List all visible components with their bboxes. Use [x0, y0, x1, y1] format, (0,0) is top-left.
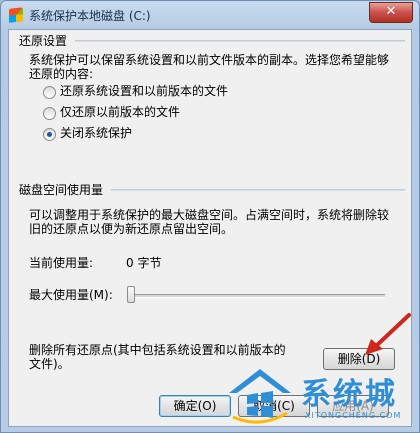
disk-usage-description-line2: 旧的还原点以便为新还原点留出空间。: [29, 222, 234, 236]
current-usage-value: 0 字节: [126, 256, 162, 270]
restore-description-line1: 系统保护可以保留系统设置和以前文件版本的副本。选择您希望能够: [29, 53, 390, 67]
windows-logo-icon: [9, 7, 23, 23]
current-usage-label: 当前使用量:: [29, 256, 94, 270]
group-divider: [75, 40, 405, 42]
delete-description-line1: 删除所有还原点(其中包括系统设置和以前版本的: [29, 343, 286, 357]
radio-label-turn-off-protection[interactable]: 关闭系统保护: [60, 126, 132, 141]
radio-restore-files-only[interactable]: [43, 107, 56, 120]
dialog-window: 系统保护本地磁盘 (C:) ✕ 还原设置 系统保护可以保留系统设置和以前文件版本…: [0, 0, 420, 433]
restore-description-line2: 还原的内容:: [29, 67, 94, 81]
red-arrow-annotation-icon: [365, 313, 411, 355]
disk-usage-title: 磁盘空间使用量: [19, 183, 104, 197]
watermark-subtext: XITONGCHENG.COM: [305, 411, 402, 420]
radio-label-restore-system-and-files[interactable]: 还原系统设置和以前版本的文件: [60, 84, 228, 99]
max-usage-label: 最大使用量(M):: [29, 288, 113, 302]
radio-restore-system-and-files[interactable]: [43, 86, 56, 99]
max-usage-slider-thumb[interactable]: [127, 286, 135, 303]
group-divider: [111, 189, 405, 191]
max-usage-slider-track[interactable]: [127, 294, 385, 298]
ok-button[interactable]: 确定(O): [159, 395, 231, 417]
close-button[interactable]: ✕: [369, 2, 413, 23]
watermark-house-icon: [229, 369, 291, 424]
watermark-logo: 系统城 XITONGCHENG.COM: [223, 365, 419, 431]
radio-turn-off-protection[interactable]: [43, 128, 56, 141]
disk-usage-description-line1: 可以调整用于系统保护的最大磁盘空间。占满空间时，系统将删除较: [29, 208, 390, 222]
restore-settings-title: 还原设置: [19, 34, 68, 48]
watermark-text: 系统城: [301, 377, 397, 412]
window-title: 系统保护本地磁盘 (C:): [29, 9, 151, 23]
radio-label-restore-files-only[interactable]: 仅还原以前版本的文件: [60, 105, 180, 120]
title-bar[interactable]: 系统保护本地磁盘 (C:) ✕: [1, 1, 419, 29]
delete-description-line2: 文件)。: [29, 357, 70, 371]
